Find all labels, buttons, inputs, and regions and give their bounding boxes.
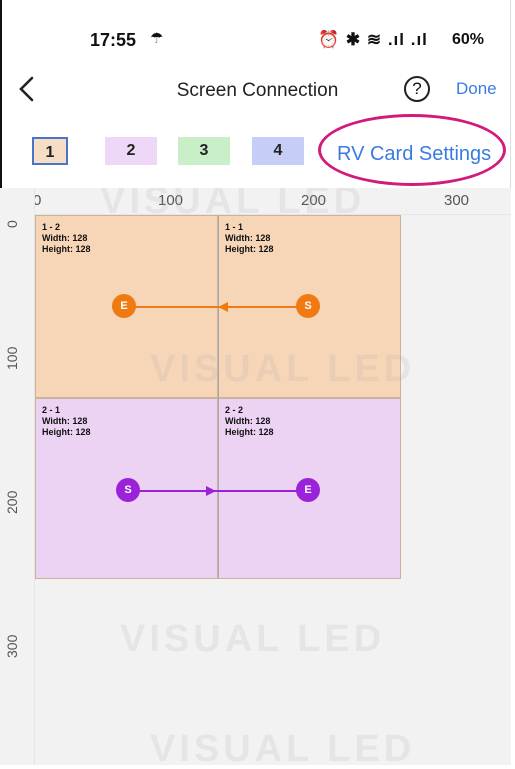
connection-canvas[interactable]: 0 100 200 300 0 100 200 300 1 - 2 Width:… xyxy=(0,188,511,765)
y-tick: 200 xyxy=(4,490,20,514)
battery-level: 60% xyxy=(452,31,485,48)
done-button[interactable]: Done xyxy=(456,79,497,99)
rv-card-settings-button[interactable]: RV Card Settings xyxy=(337,143,491,166)
x-tick: 200 xyxy=(301,192,327,209)
x-tick: 100 xyxy=(158,192,184,209)
panel-height: Height: 128 xyxy=(225,427,274,437)
y-tick: 300 xyxy=(4,634,20,658)
watermark: VISUAL LED xyxy=(120,618,386,660)
panel-width: Width: 128 xyxy=(225,233,271,243)
panel-id: 1 - 1 xyxy=(225,222,244,232)
start-node[interactable]: S xyxy=(296,294,320,318)
status-bar: 17:55 ☂ ⏰ ✱ ≋ .ıl .ıl 60% xyxy=(0,0,515,50)
status-time: 17:55 xyxy=(90,30,137,50)
cloud-icon: ☂ xyxy=(150,30,164,47)
panel-height: Height: 128 xyxy=(42,244,91,254)
page-title: Screen Connection xyxy=(176,80,339,101)
y-tick: 0 xyxy=(4,220,20,228)
y-tick: 100 xyxy=(4,346,20,370)
panel-label: 2 - 1 Width: 128 Height: 128 xyxy=(42,405,91,438)
ruler-left: 0 100 200 300 xyxy=(0,188,35,765)
panel-height: Height: 128 xyxy=(42,427,91,437)
panel-width: Width: 128 xyxy=(42,416,88,426)
panel-divider xyxy=(218,215,219,579)
help-icon[interactable]: ? xyxy=(404,76,430,102)
ruler-top: 0 100 200 300 xyxy=(0,188,511,215)
start-node[interactable]: S xyxy=(116,478,140,502)
panel-height: Height: 128 xyxy=(225,244,274,254)
card-tab-3[interactable]: 3 xyxy=(178,137,230,165)
panel-label: 2 - 2 Width: 128 Height: 128 xyxy=(225,405,274,438)
panel-width: Width: 128 xyxy=(225,416,271,426)
panel-label: 1 - 2 Width: 128 Height: 128 xyxy=(42,222,91,255)
card-tab-2[interactable]: 2 xyxy=(105,137,157,165)
panel-id: 1 - 2 xyxy=(42,222,61,232)
panel-label: 1 - 1 Width: 128 Height: 128 xyxy=(225,222,274,255)
card-tab-1[interactable]: 1 xyxy=(32,137,68,165)
card-tab-4[interactable]: 4 xyxy=(252,137,304,165)
x-tick: 300 xyxy=(444,192,470,209)
app-header: Screen Connection ? Done xyxy=(0,66,515,116)
panel-width: Width: 128 xyxy=(42,233,88,243)
end-node[interactable]: E xyxy=(296,478,320,502)
panel-id: 2 - 2 xyxy=(225,405,244,415)
watermark: VISUAL LED xyxy=(150,728,416,765)
status-icons: ⏰ ✱ ≋ .ıl .ıl xyxy=(318,30,428,49)
end-node[interactable]: E xyxy=(112,294,136,318)
panel-id: 2 - 1 xyxy=(42,405,61,415)
